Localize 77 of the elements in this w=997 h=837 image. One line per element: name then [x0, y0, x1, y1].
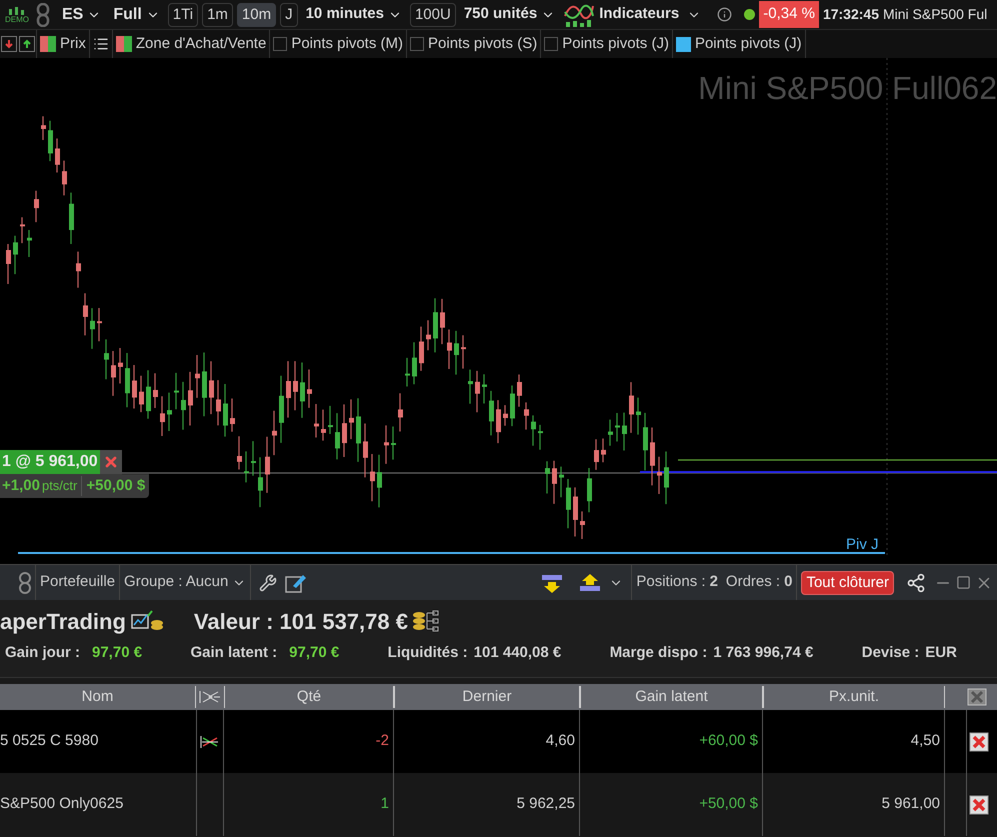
collapse-down-icon[interactable] [541, 572, 564, 592]
indicators-button[interactable]: Indicateurs [599, 3, 680, 26]
demo-logo: DEMO [2, 6, 32, 24]
close-position-icon[interactable] [969, 732, 989, 752]
close-position-icon[interactable] [969, 794, 989, 814]
stat-label: Gain latent : [190, 643, 278, 663]
name-cell-text: 5 0525 C 5980 [0, 731, 100, 752]
checkbox[interactable] [410, 37, 424, 51]
stat-label: Gain jour : [5, 643, 80, 663]
checkbox[interactable] [273, 37, 288, 51]
import-icon[interactable] [1, 36, 17, 52]
stat-label: Devise : [862, 643, 920, 663]
collapse-up-icon[interactable] [579, 572, 602, 592]
legend-label[interactable]: Zone d'Achat/Vente [136, 32, 266, 56]
column-header[interactable]: Px.unit. [763, 686, 945, 708]
link-icon[interactable] [19, 572, 31, 594]
legend-label[interactable]: Points pivots (M) [291, 32, 404, 56]
legend-label[interactable]: Prix [60, 32, 86, 56]
stat-value: 1 763 996,74 € [713, 643, 814, 663]
timeframe-button[interactable]: 1Ti [168, 2, 198, 26]
stat-value: 97,70 € [92, 643, 142, 663]
list-icon[interactable] [92, 36, 109, 52]
column-header[interactable]: Gain latent [580, 686, 763, 708]
legend-label[interactable]: Points pivots (S) [428, 32, 538, 56]
position-label: 1 @ 5 961,00 [0, 450, 100, 474]
period-dropdown[interactable]: 10 minutes [302, 3, 406, 26]
chart-title: Mini S&P500 Full062 [698, 69, 997, 108]
stat-value: 97,70 € [289, 643, 340, 663]
last-price-cell: 5 962,25 [394, 773, 580, 836]
clock-time: 17:32:45 [822, 5, 879, 24]
table-row[interactable]: 5 0525 C 5980 -2 4,60 +60,00 $ 4,50 [0, 710, 997, 773]
indicator-chart-icon[interactable] [563, 2, 596, 28]
account-name: aperTrading [0, 608, 126, 636]
info-icon[interactable] [717, 7, 732, 22]
orders-count: 0 [784, 572, 792, 592]
positions-count: 2 [710, 572, 718, 592]
symbol-dropdown[interactable]: ES [58, 2, 106, 26]
instrument-title: Mini S&P500 Ful [882, 5, 988, 24]
legend-label[interactable]: Points pivots (J) [562, 32, 669, 56]
timeframe-button[interactable]: 10m [236, 2, 276, 26]
change-badge: -0,34 % [759, 1, 819, 28]
strategy-icon[interactable] [198, 689, 222, 705]
stat-label: Liquidités : [388, 643, 468, 663]
stat-value: EUR [925, 643, 957, 663]
column-header[interactable]: Dernier [394, 686, 580, 708]
quantity-cell: 1 [224, 773, 394, 836]
points-unit: pts/ctr [42, 476, 82, 496]
wrench-icon[interactable] [259, 574, 278, 592]
unit-price-cell: 5 961,00 [763, 773, 945, 836]
share-icon[interactable] [906, 572, 926, 592]
gain-cell: +50,00 $ [580, 773, 763, 836]
positions-label: Positions : [636, 572, 706, 592]
stat-value: 101 440,08 € [474, 643, 562, 663]
checkbox[interactable] [544, 37, 558, 51]
strategy-icon [200, 734, 220, 748]
mode-dropdown[interactable]: Full [109, 2, 164, 26]
stat-label: Marge dispo : [610, 643, 708, 663]
column-header[interactable]: Qté [224, 686, 394, 708]
timeframe-button[interactable]: J [280, 2, 298, 26]
units-dropdown[interactable]: 750 unités [460, 3, 560, 26]
close-all-button[interactable]: Tout clôturer [801, 570, 894, 594]
chart-coins-icon[interactable] [130, 610, 164, 632]
coins-tree-icon[interactable] [412, 609, 440, 633]
points-value: +1,00 [1, 476, 41, 496]
legend-label[interactable]: Points pivots (J) [694, 32, 802, 56]
pivot-label: Piv J [846, 535, 879, 555]
maximize-icon[interactable] [956, 575, 971, 590]
column-header[interactable]: Nom [0, 686, 196, 708]
timeframe-button[interactable]: 1m [202, 2, 233, 26]
account-value: Valeur : 101 537,78 € [194, 608, 408, 636]
orders-label: Ordres : [726, 572, 780, 592]
name-cell-text: S&P500 Only0625 [0, 794, 124, 814]
pnl-value: +50,00 $ [85, 476, 146, 496]
close-all-icon[interactable] [967, 688, 987, 706]
export-icon[interactable] [19, 36, 35, 52]
link-icon[interactable] [36, 2, 50, 26]
units-button[interactable]: 100U [410, 2, 456, 26]
